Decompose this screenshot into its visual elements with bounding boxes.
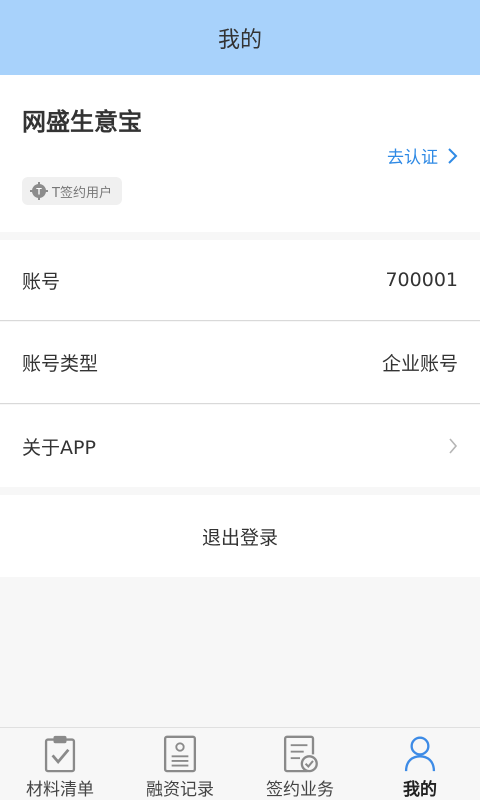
- bottom-tab-bar: 材料清单 融资记录 签约业务 我的: [0, 727, 480, 800]
- logout-button[interactable]: 退出登录: [0, 495, 480, 577]
- tab-contracts[interactable]: 签约业务: [240, 728, 360, 800]
- tab-label: 融资记录: [146, 780, 214, 800]
- svg-text:T: T: [36, 187, 42, 197]
- logout-label: 退出登录: [201, 526, 278, 549]
- tab-mine[interactable]: 我的: [360, 728, 480, 800]
- verify-label: 去认证: [387, 148, 438, 168]
- contract-icon: [283, 735, 318, 773]
- tab-label: 我的: [403, 780, 437, 800]
- company-name: 网盛生意宝: [22, 108, 142, 136]
- checklist-icon: [44, 735, 76, 773]
- user-type-badge: T T签约用户: [22, 177, 122, 205]
- badge-label: T签约用户: [52, 185, 112, 201]
- profile-card: 网盛生意宝 去认证 T T签约用户: [0, 75, 480, 232]
- tab-label: 签约业务: [266, 780, 334, 800]
- tab-materials[interactable]: 材料清单: [0, 728, 120, 800]
- chevron-right-icon: [448, 147, 458, 164]
- about-app-row[interactable]: 关于APP: [0, 405, 480, 487]
- account-type-value: 企业账号: [381, 353, 458, 375]
- account-type-row: 账号类型 企业账号: [0, 322, 480, 404]
- account-row: 账号 700001: [0, 240, 480, 321]
- account-value: 700001: [385, 269, 458, 291]
- tab-label: 材料清单: [26, 780, 94, 800]
- chevron-right-icon: [449, 438, 458, 454]
- record-icon: [163, 735, 197, 773]
- account-type-label: 账号类型: [22, 353, 99, 375]
- user-icon: [404, 736, 436, 772]
- page-title: 我的: [217, 27, 262, 53]
- verify-link[interactable]: 去认证: [387, 143, 458, 168]
- gear-badge-icon: T: [30, 182, 48, 200]
- top-header: 我的: [0, 0, 480, 75]
- about-app-label: 关于APP: [22, 436, 96, 459]
- account-label: 账号: [22, 270, 61, 293]
- tab-financing[interactable]: 融资记录: [120, 728, 240, 800]
